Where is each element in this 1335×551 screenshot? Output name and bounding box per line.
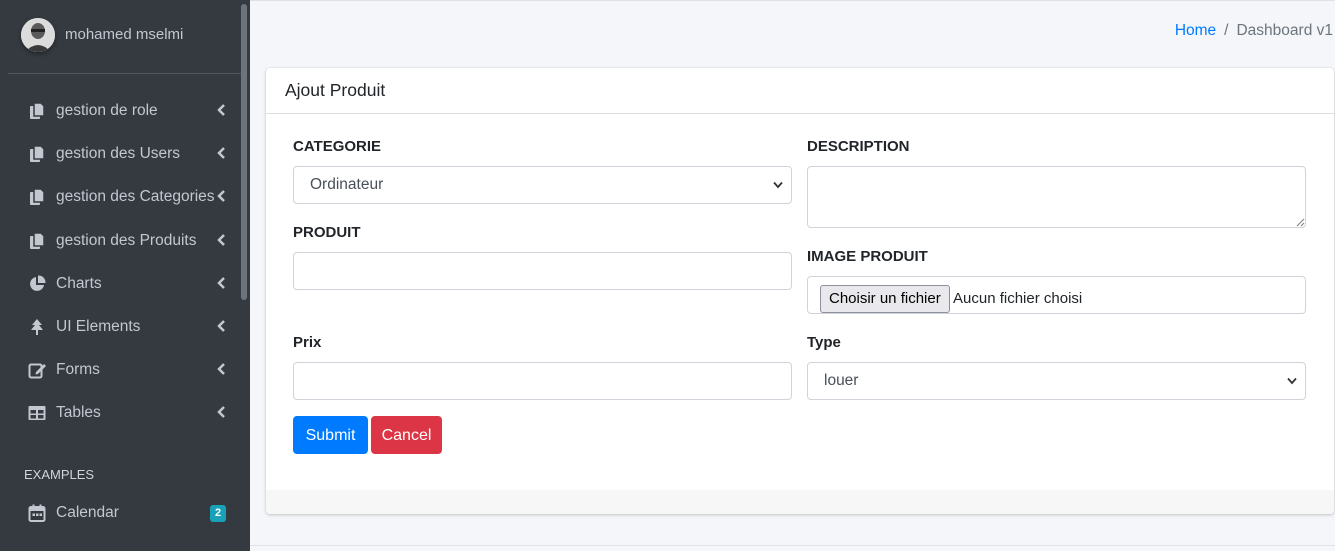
footer-divider bbox=[250, 545, 1335, 546]
categorie-selected-value: Ordinateur bbox=[310, 176, 384, 193]
file-status-text: Aucun fichier choisi bbox=[953, 290, 1083, 307]
chevron-left-icon bbox=[216, 276, 226, 290]
copy-icon bbox=[28, 145, 46, 163]
choose-file-button[interactable]: Choisir un fichier bbox=[820, 285, 950, 313]
sidebar-item-gestion-des-produits[interactable]: gestion des Produits bbox=[8, 221, 241, 261]
submit-button[interactable]: Submit bbox=[293, 416, 368, 454]
chevron-left-icon bbox=[216, 319, 226, 333]
image-file-input[interactable]: Choisir un fichier Aucun fichier choisi bbox=[807, 276, 1306, 314]
header-divider bbox=[250, 0, 1335, 1]
chevron-left-icon bbox=[216, 103, 226, 117]
type-label: Type bbox=[807, 334, 841, 351]
sidebar: mohamed mselmi gestion de role gestion d… bbox=[0, 0, 250, 551]
avatar[interactable] bbox=[21, 18, 55, 52]
chevron-left-icon bbox=[216, 189, 226, 203]
nav-section-header: EXAMPLES bbox=[24, 467, 95, 482]
user-panel: mohamed mselmi bbox=[8, 0, 241, 74]
breadcrumb-current: Dashboard v1 bbox=[1236, 22, 1333, 39]
sidebar-item-label: gestion des Users bbox=[56, 145, 181, 162]
prix-input[interactable] bbox=[293, 362, 792, 400]
categorie-label: CATEGORIE bbox=[293, 138, 382, 155]
sidebar-item-gestion-des-categories[interactable]: gestion des Categories bbox=[8, 177, 241, 217]
chevron-left-icon bbox=[216, 146, 226, 160]
sidebar-item-label: Charts bbox=[56, 275, 102, 292]
copy-icon bbox=[28, 102, 46, 120]
add-product-card: Ajout Produit CATEGORIE Ordinateur PRODU… bbox=[266, 68, 1334, 514]
image-produit-label: IMAGE PRODUIT bbox=[807, 248, 928, 265]
produit-label: PRODUIT bbox=[293, 224, 361, 241]
produit-input[interactable] bbox=[293, 252, 792, 290]
sidebar-item-label: Calendar bbox=[56, 504, 119, 521]
sidebar-item-tables[interactable]: Tables bbox=[8, 393, 241, 433]
sidebar-item-calendar[interactable]: Calendar 2 bbox=[8, 493, 241, 533]
prix-label: Prix bbox=[293, 334, 322, 351]
sidebar-item-forms[interactable]: Forms bbox=[8, 350, 241, 390]
card-title: Ajout Produit bbox=[285, 80, 386, 100]
copy-icon bbox=[28, 188, 46, 206]
breadcrumb: Home / Dashboard v1 bbox=[1175, 22, 1333, 40]
chevron-down-icon bbox=[773, 181, 783, 189]
sidebar-item-label: gestion des Produits bbox=[56, 232, 197, 249]
chevron-left-icon bbox=[216, 362, 226, 376]
cancel-button[interactable]: Cancel bbox=[371, 416, 442, 454]
sidebar-item-partial[interactable] bbox=[8, 536, 241, 551]
card-header: Ajout Produit bbox=[266, 68, 1334, 114]
sidebar-item-label: Forms bbox=[56, 361, 100, 378]
sidebar-item-label: Tables bbox=[56, 404, 101, 421]
chevron-down-icon bbox=[1287, 377, 1297, 385]
table-icon bbox=[28, 404, 46, 422]
type-selected-value: louer bbox=[824, 372, 859, 389]
tree-icon bbox=[28, 318, 46, 336]
sidebar-item-gestion-des-users[interactable]: gestion des Users bbox=[8, 134, 241, 174]
description-label: DESCRIPTION bbox=[807, 138, 910, 155]
card-footer bbox=[266, 490, 1334, 514]
sidebar-item-ui-elements[interactable]: UI Elements bbox=[8, 307, 241, 347]
edit-icon bbox=[28, 361, 46, 379]
sidebar-item-label: UI Elements bbox=[56, 318, 141, 335]
breadcrumb-separator: / bbox=[1224, 22, 1229, 39]
partial-icon bbox=[28, 547, 46, 551]
chevron-left-icon bbox=[216, 405, 226, 419]
sidebar-item-label: gestion des Categories bbox=[56, 188, 215, 205]
user-name[interactable]: mohamed mselmi bbox=[65, 26, 183, 43]
type-select[interactable]: louer bbox=[807, 362, 1306, 400]
copy-icon bbox=[28, 232, 46, 250]
sidebar-item-charts[interactable]: Charts bbox=[8, 264, 241, 304]
resize-grip-icon[interactable] bbox=[1295, 217, 1305, 227]
calendar-badge: 2 bbox=[210, 505, 226, 522]
calendar-icon bbox=[28, 504, 46, 522]
categorie-select[interactable]: Ordinateur bbox=[293, 166, 792, 204]
sidebar-scrollbar[interactable] bbox=[241, 4, 247, 300]
sidebar-item-label: gestion de role bbox=[56, 102, 158, 119]
breadcrumb-home-link[interactable]: Home bbox=[1175, 22, 1216, 39]
description-textarea[interactable] bbox=[807, 166, 1306, 228]
pie-chart-icon bbox=[28, 275, 46, 293]
sidebar-item-gestion-de-role[interactable]: gestion de role bbox=[8, 91, 241, 131]
chevron-left-icon bbox=[216, 233, 226, 247]
